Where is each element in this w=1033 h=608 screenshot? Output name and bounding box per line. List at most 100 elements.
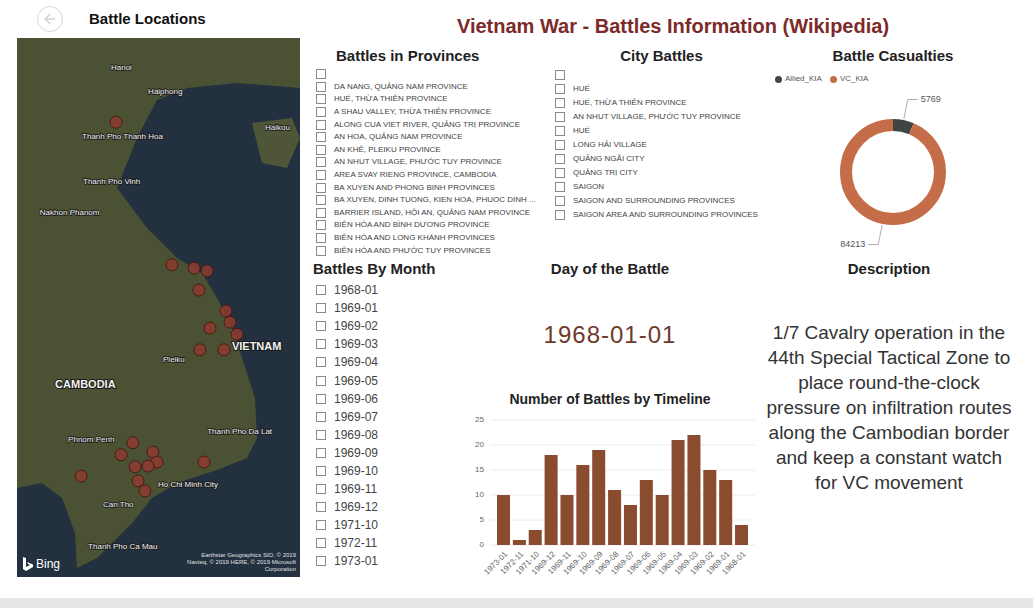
checkbox[interactable]: [555, 154, 565, 164]
checkbox[interactable]: [316, 484, 326, 494]
checkbox[interactable]: [555, 140, 565, 150]
bar[interactable]: [624, 505, 637, 545]
slicer-item[interactable]: AN HOA, QUẢNG NAM PROVINCE: [313, 131, 553, 144]
bar[interactable]: [640, 480, 653, 545]
checkbox[interactable]: [555, 84, 565, 94]
bar[interactable]: [703, 470, 716, 545]
checkbox[interactable]: [316, 94, 326, 104]
checkbox[interactable]: [316, 82, 326, 92]
slicer-item[interactable]: BARRIER ISLAND, HỘI AN, QUẢNG NAM PROVIN…: [313, 207, 553, 220]
slicer-item[interactable]: 1969-05: [313, 371, 460, 389]
battle-pin[interactable]: [194, 344, 206, 356]
slicer-item[interactable]: 1969-11: [313, 480, 460, 498]
checkbox[interactable]: [316, 412, 326, 422]
donut-slice[interactable]: [846, 125, 940, 219]
slicer-item[interactable]: SAIGON AREA AND SURROUNDING PROVINCES: [553, 208, 770, 222]
checkbox[interactable]: [555, 196, 565, 206]
slicer-item[interactable]: 1969-03: [313, 335, 460, 353]
checkbox[interactable]: [316, 394, 326, 404]
checkbox[interactable]: [555, 210, 565, 220]
slicer-item[interactable]: BA XUYEN, DINH TUONG, KIEN HOA, PHUOC DI…: [313, 194, 553, 207]
battle-pin[interactable]: [198, 456, 210, 468]
checkbox[interactable]: [316, 120, 326, 130]
slicer-item[interactable]: [313, 68, 553, 81]
slicer-item[interactable]: BIÊN HÒA AND BÌNH DƯƠNG PROVINCE: [313, 219, 553, 232]
checkbox[interactable]: [555, 112, 565, 122]
map[interactable]: HanoiHaiphongThanh Pho Thanh HoaHaikouTh…: [17, 38, 300, 577]
checkbox[interactable]: [316, 195, 326, 205]
slicer-item[interactable]: HUẾ, THỪA THIÊN PROVINCE: [313, 93, 553, 106]
slicer-item[interactable]: 1973-01: [313, 552, 460, 570]
slicer-item[interactable]: A SHAU VALLEY, THỪA THIÊN PROVINCE: [313, 106, 553, 119]
checkbox[interactable]: [316, 303, 326, 313]
slicer-item[interactable]: HUẾ, THỪA THIÊN PROVINCE: [553, 96, 770, 110]
checkbox[interactable]: [555, 98, 565, 108]
battle-pin[interactable]: [115, 449, 127, 461]
battle-pin[interactable]: [201, 265, 213, 277]
slicer-item[interactable]: LONG HẢI VILLAGE: [553, 138, 770, 152]
checkbox[interactable]: [316, 208, 326, 218]
bar[interactable]: [735, 525, 748, 545]
battle-pin[interactable]: [129, 461, 141, 473]
checkbox[interactable]: [316, 132, 326, 142]
checkbox[interactable]: [316, 183, 326, 193]
battle-pin[interactable]: [218, 344, 230, 356]
battle-pin[interactable]: [139, 485, 151, 497]
bar[interactable]: [608, 490, 621, 545]
slicer-item[interactable]: [553, 68, 770, 82]
checkbox[interactable]: [316, 502, 326, 512]
slicer-item[interactable]: SAIGON: [553, 180, 770, 194]
checkbox[interactable]: [316, 339, 326, 349]
battle-pin[interactable]: [142, 460, 154, 472]
slicer-item[interactable]: DA NANG, QUẢNG NAM PROVINCE: [313, 81, 553, 94]
bar[interactable]: [529, 530, 542, 545]
slicer-item[interactable]: 1968-01: [313, 281, 460, 299]
donut-slice[interactable]: [846, 125, 940, 219]
slicer-item[interactable]: AREA SVAY RIENG PROVINCE, CAMBODIA: [313, 169, 553, 182]
slicer-item[interactable]: 1969-12: [313, 498, 460, 516]
checkbox[interactable]: [316, 157, 326, 167]
checkbox[interactable]: [316, 145, 326, 155]
checkbox[interactable]: [555, 168, 565, 178]
battle-pin[interactable]: [204, 322, 216, 334]
slicer-item[interactable]: AN NHUT VILLAGE, PHƯỚC TUY PROVINCE: [313, 156, 553, 169]
battle-pin[interactable]: [188, 262, 200, 274]
bar[interactable]: [576, 465, 589, 545]
slicer-item[interactable]: BIÊN HÒA AND PHƯỚC TUY PROVINCES: [313, 244, 553, 257]
slicer-item[interactable]: 1969-01: [313, 299, 460, 317]
battle-pin[interactable]: [224, 316, 236, 328]
checkbox[interactable]: [316, 170, 326, 180]
slicer-item[interactable]: 1969-08: [313, 426, 460, 444]
slicer-item[interactable]: 1969-04: [313, 353, 460, 371]
slicer-item[interactable]: 1971-10: [313, 516, 460, 534]
checkbox[interactable]: [316, 520, 326, 530]
slicer-item[interactable]: HUẾ: [553, 82, 770, 96]
battle-pin[interactable]: [75, 470, 87, 482]
bar[interactable]: [497, 495, 510, 545]
bar[interactable]: [560, 495, 573, 545]
checkbox[interactable]: [316, 321, 326, 331]
slicer-item[interactable]: QUẢNG TRỊ CITY: [553, 166, 770, 180]
battle-pin[interactable]: [220, 305, 232, 317]
battle-pin[interactable]: [193, 284, 205, 296]
slicer-item[interactable]: 1969-07: [313, 408, 460, 426]
checkbox[interactable]: [316, 220, 326, 230]
slicer-item[interactable]: 1972-11: [313, 534, 460, 552]
slicer-item[interactable]: 1969-06: [313, 390, 460, 408]
battle-pin[interactable]: [127, 437, 139, 449]
checkbox[interactable]: [316, 246, 326, 256]
checkbox[interactable]: [316, 376, 326, 386]
checkbox[interactable]: [316, 357, 326, 367]
bar[interactable]: [592, 450, 605, 545]
checkbox[interactable]: [316, 107, 326, 117]
slicer-item[interactable]: BA XUYEN AND PHONG BINH PROVINCES: [313, 181, 553, 194]
slicer-item[interactable]: 1969-10: [313, 462, 460, 480]
battle-pin[interactable]: [231, 328, 243, 340]
slicer-item[interactable]: BIÊN HÒA AND LONG KHÁNH PROVINCES: [313, 232, 553, 245]
checkbox[interactable]: [316, 69, 326, 79]
bar[interactable]: [687, 435, 700, 545]
checkbox[interactable]: [316, 466, 326, 476]
checkbox[interactable]: [316, 285, 326, 295]
checkbox[interactable]: [316, 233, 326, 243]
checkbox[interactable]: [555, 182, 565, 192]
